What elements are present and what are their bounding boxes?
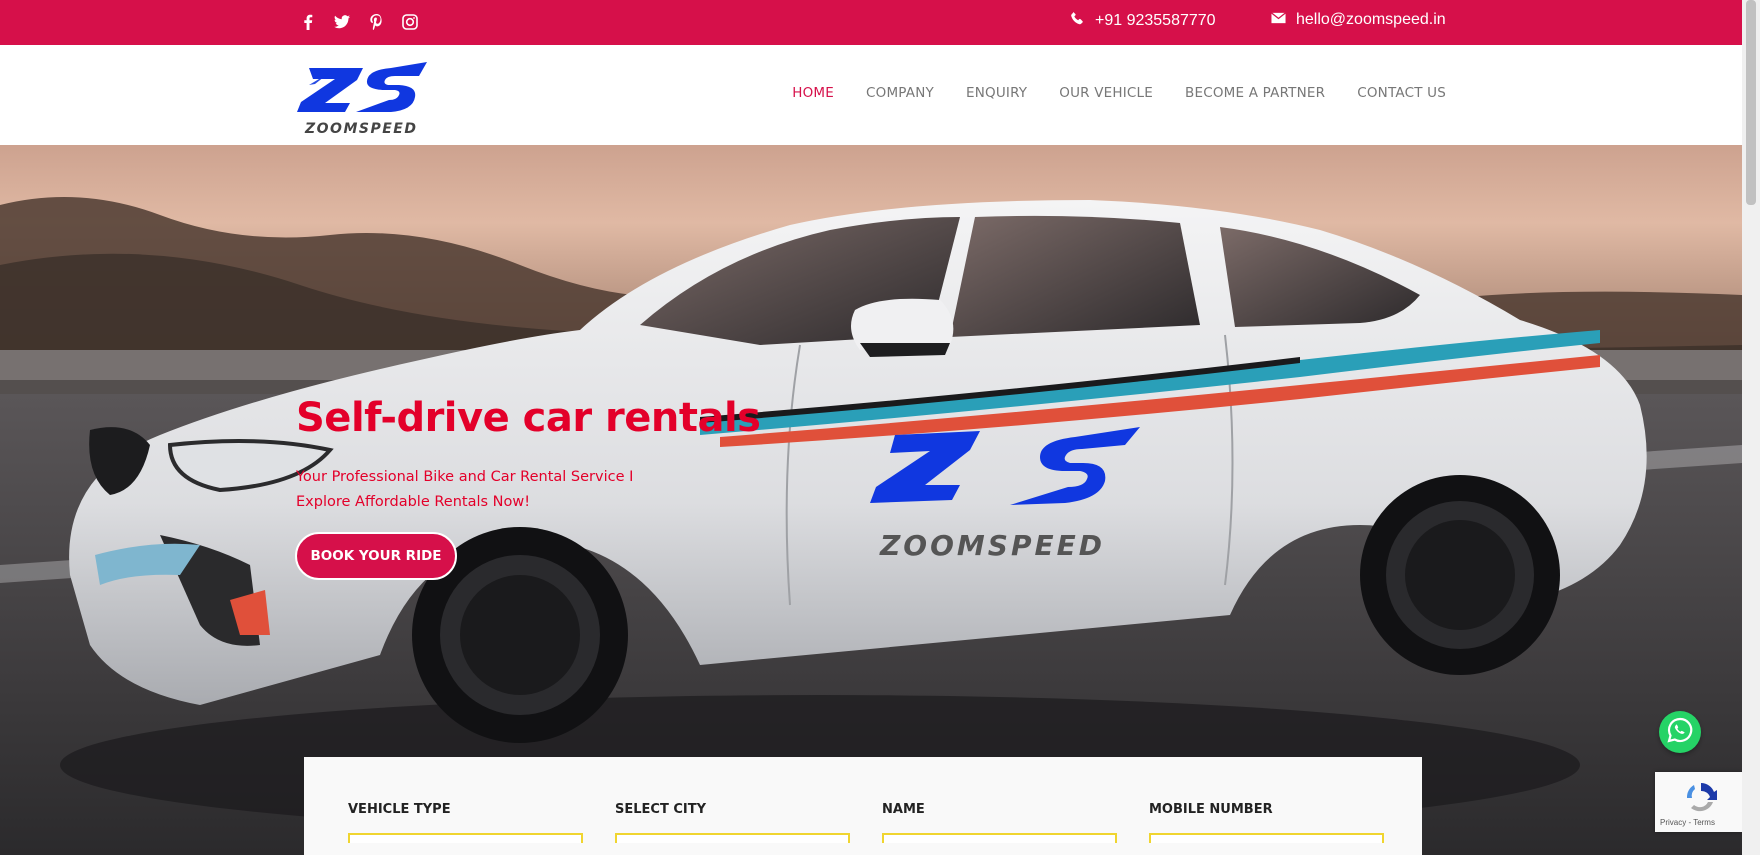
scrollbar-thumb[interactable] xyxy=(1746,0,1756,205)
nav-home[interactable]: HOME xyxy=(792,85,834,101)
recaptcha-icon xyxy=(1683,780,1719,819)
twitter-icon[interactable] xyxy=(332,11,352,33)
pinterest-icon[interactable] xyxy=(366,11,386,33)
hero-subtitle-line1: Your Professional Bike and Car Rental Se… xyxy=(296,469,634,485)
phone-contact[interactable]: +91 9235587770 xyxy=(1070,11,1216,31)
vehicle-type-select[interactable] xyxy=(348,833,583,843)
phone-number[interactable]: +91 9235587770 xyxy=(1095,12,1216,30)
nav-contact-us[interactable]: CONTACT US xyxy=(1357,85,1446,101)
recaptcha-badge[interactable]: Privacy - Terms xyxy=(1655,772,1742,832)
vehicle-type-field: VEHICLE TYPE xyxy=(348,802,583,843)
zoomspeed-logo[interactable]: ZOOMSPEED xyxy=(295,55,440,137)
name-input[interactable] xyxy=(882,833,1117,843)
car-logo-wordmark: ZOOMSPEED xyxy=(879,529,1105,562)
name-field: NAME xyxy=(882,802,1117,843)
nav-enquiry[interactable]: ENQUIRY xyxy=(966,85,1027,101)
hero-car-image: ZOOMSPEED xyxy=(0,145,1742,855)
select-city-label: SELECT CITY xyxy=(615,802,706,817)
social-links xyxy=(298,11,420,33)
mobile-number-label: MOBILE NUMBER xyxy=(1149,802,1273,817)
email-address[interactable]: hello@zoomspeed.in xyxy=(1296,11,1446,29)
main-nav: HOME COMPANY ENQUIRY OUR VEHICLE BECOME … xyxy=(792,85,1446,101)
nav-become-a-partner[interactable]: BECOME A PARTNER xyxy=(1185,85,1325,101)
phone-icon xyxy=(1070,11,1085,31)
vehicle-type-label: VEHICLE TYPE xyxy=(348,802,451,817)
nav-our-vehicle[interactable]: OUR VEHICLE xyxy=(1059,85,1153,101)
name-label: NAME xyxy=(882,802,925,817)
logo-wordmark: ZOOMSPEED xyxy=(304,121,417,137)
hero-banner: ZOOMSPEED Self-drive car rentals Your Pr… xyxy=(0,145,1742,855)
whatsapp-icon xyxy=(1667,717,1693,748)
recaptcha-terms[interactable]: Privacy - Terms xyxy=(1660,818,1715,827)
instagram-icon[interactable] xyxy=(400,11,420,33)
hero-subtitle: Your Professional Bike and Car Rental Se… xyxy=(296,465,666,515)
mail-icon xyxy=(1271,11,1286,29)
email-contact[interactable]: hello@zoomspeed.in xyxy=(1271,11,1446,29)
booking-form: VEHICLE TYPE SELECT CITY NAME MOBILE NUM… xyxy=(304,757,1422,855)
whatsapp-button[interactable] xyxy=(1659,711,1701,753)
nav-company[interactable]: COMPANY xyxy=(866,85,934,101)
top-bar: +91 9235587770 hello@zoomspeed.in xyxy=(0,0,1742,45)
facebook-icon[interactable] xyxy=(298,11,318,33)
page-scrollbar[interactable] xyxy=(1742,0,1760,855)
site-header: ZOOMSPEED HOME COMPANY ENQUIRY OUR VEHIC… xyxy=(0,45,1742,145)
hero-subtitle-line2: Explore Affordable Rentals Now! xyxy=(296,494,531,510)
select-city-select[interactable] xyxy=(615,833,850,843)
mobile-number-input[interactable] xyxy=(1149,833,1384,843)
mobile-number-field: MOBILE NUMBER xyxy=(1149,802,1384,843)
book-your-ride-button[interactable]: BOOK YOUR RIDE xyxy=(295,532,457,580)
hero-title: Self-drive car rentals xyxy=(296,395,761,441)
select-city-field: SELECT CITY xyxy=(615,802,850,843)
